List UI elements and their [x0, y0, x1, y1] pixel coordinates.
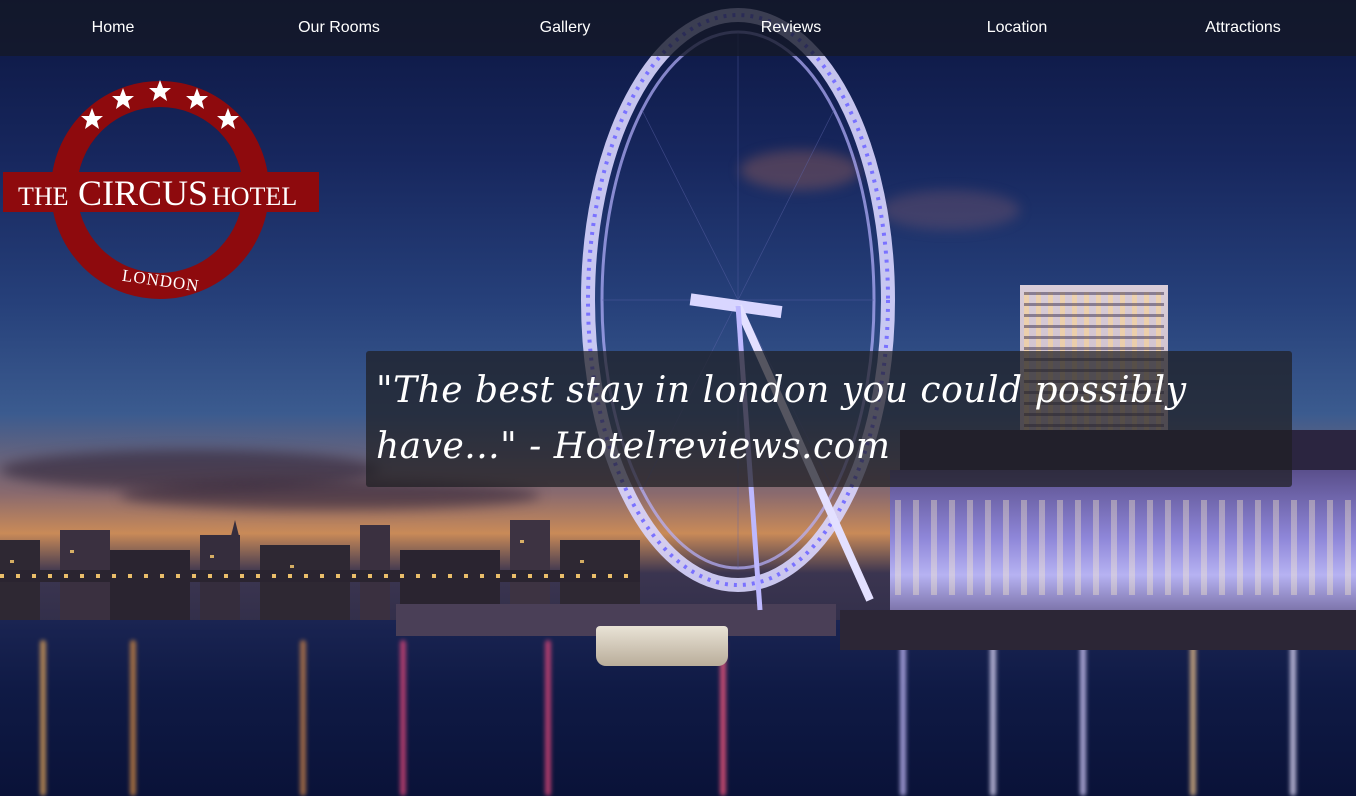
river-boat	[596, 626, 728, 666]
nav-reviews[interactable]: Reviews	[678, 19, 904, 37]
light-reflection	[40, 640, 46, 796]
main-nav: Home Our Rooms Gallery Reviews Location …	[0, 0, 1356, 56]
light-reflection	[1080, 640, 1086, 796]
nav-location[interactable]: Location	[904, 19, 1130, 37]
nav-our-rooms[interactable]: Our Rooms	[226, 19, 452, 37]
nav-attractions[interactable]: Attractions	[1130, 19, 1356, 37]
light-reflection	[545, 640, 551, 796]
review-quote-box: "The best stay in london you could possi…	[366, 351, 1292, 487]
light-reflection	[300, 640, 306, 796]
london-eye	[581, 8, 895, 611]
light-reflection	[130, 640, 136, 796]
logo-circus: CIRCUS	[78, 173, 208, 213]
logo-the: THE	[18, 182, 69, 211]
light-reflection	[1290, 640, 1296, 796]
nav-home[interactable]: Home	[0, 19, 226, 37]
light-reflection	[900, 640, 906, 796]
logo-hotel: HOTEL	[212, 182, 297, 211]
light-reflection	[990, 640, 996, 796]
light-reflection	[400, 640, 406, 796]
bridge-lights	[0, 574, 640, 578]
nav-gallery[interactable]: Gallery	[452, 19, 678, 37]
light-reflection	[1190, 640, 1196, 796]
county-hall-windows	[895, 500, 1355, 595]
circus-hotel-logo[interactable]: THE CIRCUS HOTEL LONDON	[2, 74, 320, 306]
review-quote: "The best stay in london you could possi…	[376, 370, 1187, 467]
